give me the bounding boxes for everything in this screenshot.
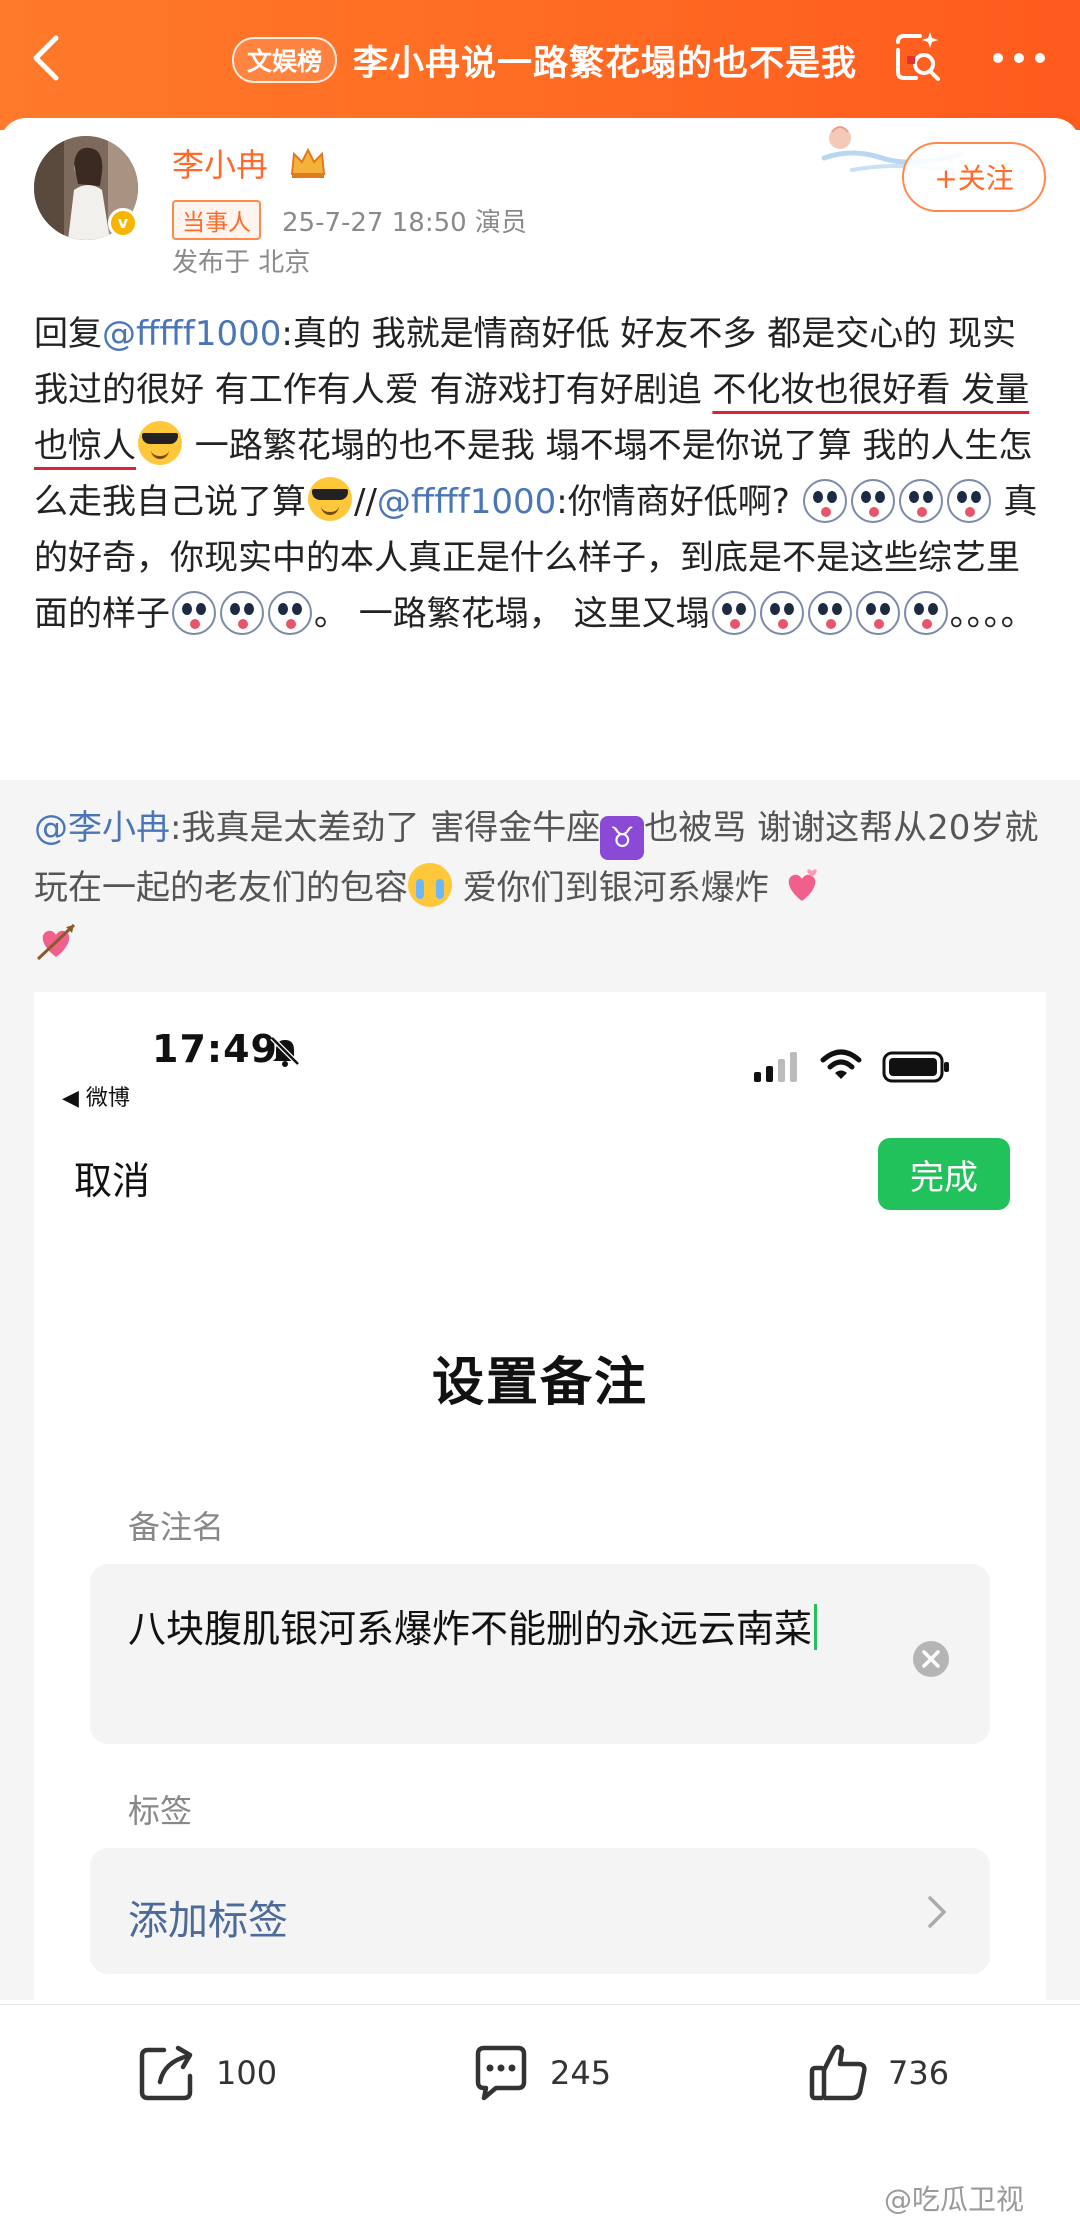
cancel-button[interactable]: 取消 [74, 1150, 150, 1205]
sunglasses-emoji-icon [308, 477, 352, 521]
silly-face-emoji-icon [220, 591, 264, 635]
mention-link[interactable]: @fffff1000 [102, 314, 281, 354]
post-location: 发布于 北京 [172, 248, 311, 278]
silly-face-emoji-icon [759, 591, 804, 635]
repost-body: @李小冉:我真是太差劲了 害得金牛座 ♉ 也被骂 谢谢这帮从20岁就玩在一起的老友们… [34, 800, 1044, 972]
watermark-text: @吃瓜卫视 [884, 2183, 1025, 2216]
like-count: 736 [888, 2054, 950, 2092]
share-icon [139, 2045, 193, 2101]
text-caret [814, 1604, 818, 1650]
remark-name-label: 备注名 [128, 1508, 225, 1546]
return-to-app-link[interactable]: ◀ 微博 [62, 1080, 130, 1112]
post-text-segment: 。 一路繁花塌， 这里又塌 [314, 594, 710, 634]
comment-icon [475, 2045, 527, 2101]
post-text-segment: // [354, 482, 377, 522]
clear-input-icon[interactable] [912, 1640, 950, 1678]
crown-icon [290, 147, 326, 178]
mention-link[interactable]: @李小冉 [34, 808, 170, 848]
ai-search-icon[interactable] [890, 28, 946, 88]
crying-emoji-icon [408, 863, 452, 907]
silly-face-emoji-icon [903, 591, 948, 635]
silly-face-emoji-icon [807, 591, 852, 635]
post-text-segment: :你情商好低啊? [556, 482, 801, 522]
mention-link[interactable]: @fffff1000 [377, 482, 556, 522]
post-body: 回复@fffff1000:真的 我就是情商好低 好友不多 都是交心的 现实我过的… [34, 306, 1044, 642]
hearts-emoji-icon [788, 869, 817, 901]
role-badge: 当事人 [172, 200, 261, 240]
post-text-segment: 。。。。 [949, 594, 1035, 634]
add-tag-text: 添加标签 [128, 1898, 288, 1944]
silly-face-emoji-icon [172, 591, 216, 635]
comment-count: 245 [550, 2054, 612, 2092]
post-text-segment: 回复 [34, 314, 102, 354]
taurus-emoji-icon: ♉ [600, 816, 645, 860]
silly-face-emoji-icon [268, 591, 312, 635]
share-count: 100 [216, 2054, 278, 2092]
author-name[interactable]: 李小冉 [172, 140, 268, 186]
repost-text-segment: :我真是太差劲了 害得金牛座 [170, 808, 601, 848]
done-button[interactable]: 完成 [878, 1138, 1010, 1210]
share-button[interactable]: 100 [134, 2038, 277, 2108]
cellular-signal-icon [754, 1052, 797, 1082]
tag-label: 标签 [128, 1792, 193, 1830]
silly-face-emoji-icon [946, 479, 991, 523]
post-timestamp-meta: 25-7-27 18:50 演员 [282, 208, 527, 238]
silly-face-emoji-icon [711, 591, 756, 635]
back-arrow-icon[interactable] [22, 28, 72, 88]
silly-face-emoji-icon [850, 479, 895, 523]
battery-icon [882, 1051, 949, 1083]
comment-button[interactable]: 245 [468, 2038, 611, 2108]
entertainment-rank-badge: 文娱榜 [232, 37, 338, 83]
chevron-right-icon [928, 1896, 946, 1928]
thumbs-up-icon [809, 2044, 867, 2101]
remark-name-value[interactable]: 八块腹肌银河系爆炸不能删的永远云南菜 [128, 1600, 858, 1658]
sunglasses-emoji-icon [138, 421, 182, 465]
heart-arrow-emoji-icon [36, 923, 76, 961]
top-header-bar: 文娱榜 李小冉说一路繁花塌的也不是我 [0, 0, 1080, 130]
repost-text-segment: 爱你们到银河系爆炸 [452, 868, 780, 908]
remark-name-text: 八块腹肌银河系爆炸不能删的永远云南菜 [128, 1607, 813, 1651]
more-options-icon[interactable] [988, 28, 1050, 88]
remark-dialog-title: 设置备注 [431, 1353, 648, 1413]
topic-title: 李小冉说一路繁花塌的也不是我 [353, 43, 858, 84]
muted-bell-icon [270, 1036, 300, 1067]
follow-button[interactable]: +关注 [902, 142, 1046, 212]
hot-topic-title-area[interactable]: 文娱榜 李小冉说一路繁花塌的也不是我 [232, 30, 857, 90]
verified-badge: v [108, 208, 138, 238]
silly-face-emoji-icon [802, 479, 847, 523]
silly-face-emoji-icon [855, 591, 900, 635]
status-bar-time: 17:49 [152, 1027, 278, 1071]
wifi-icon [820, 1049, 862, 1079]
like-button[interactable]: 736 [806, 2038, 949, 2108]
silly-face-emoji-icon [898, 479, 943, 523]
